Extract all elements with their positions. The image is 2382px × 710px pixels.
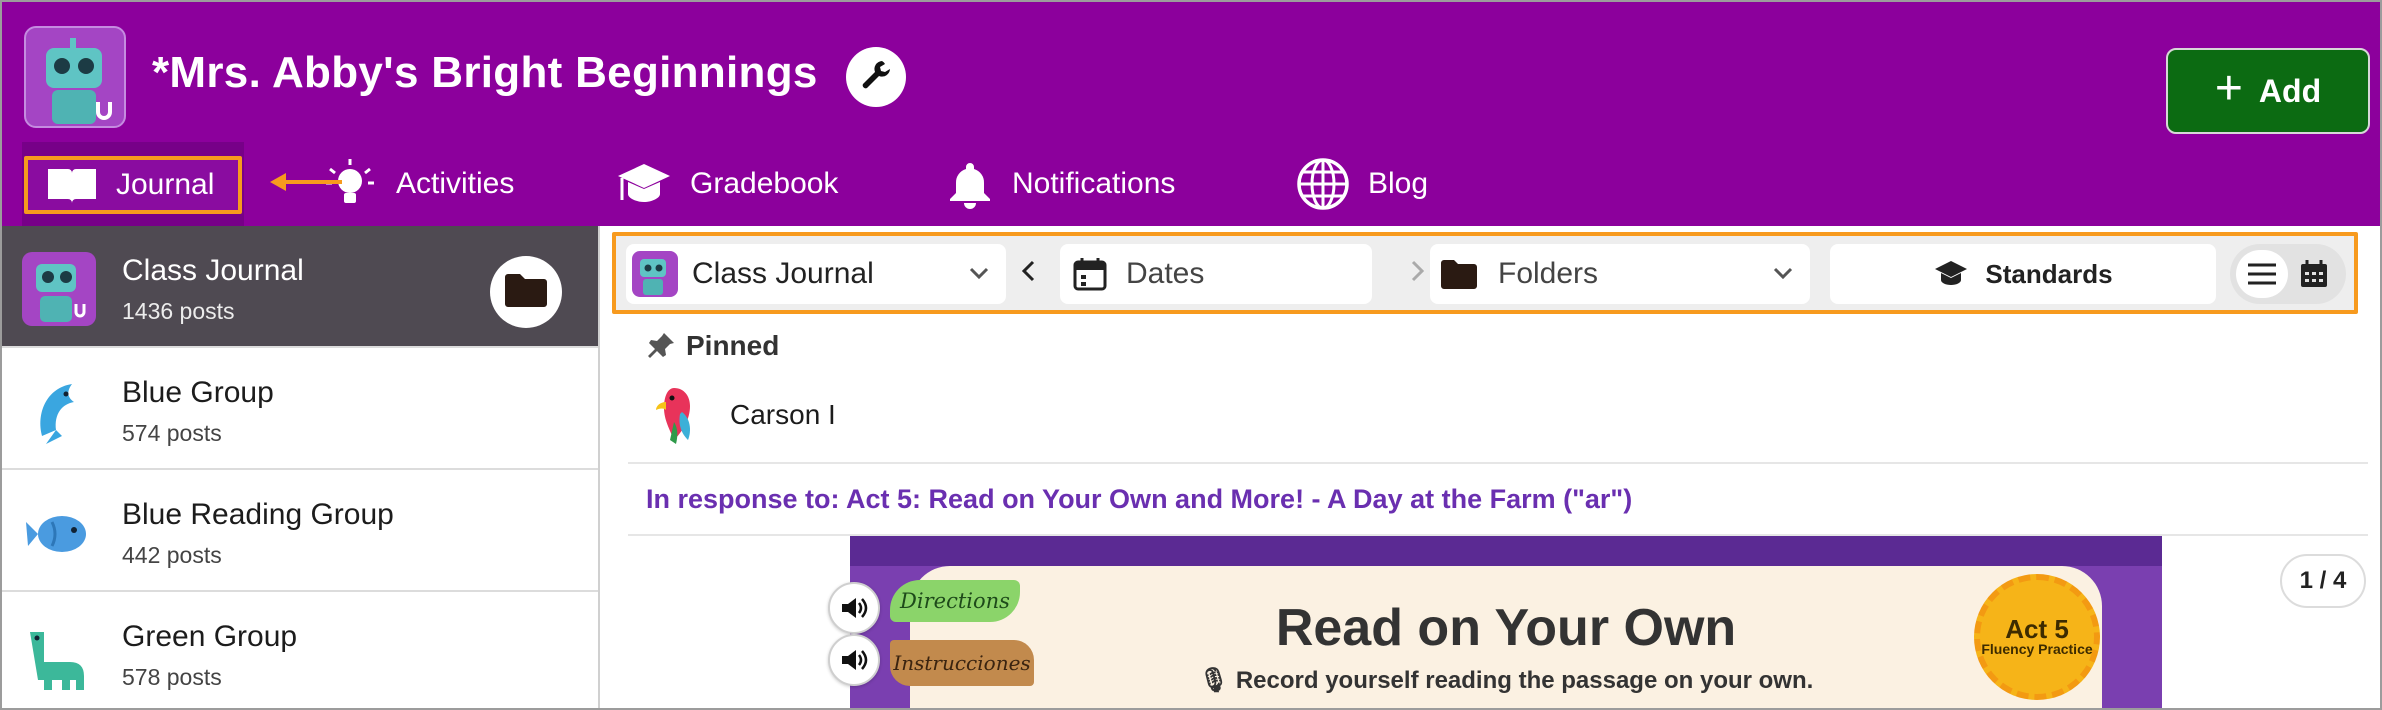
list-view-button[interactable] (2236, 250, 2288, 298)
activity-badge-act: Act 5 (2005, 614, 2069, 645)
activity-preview[interactable]: Directions Instrucciones Read on Your Ow… (850, 536, 2162, 708)
bell-icon (946, 159, 994, 209)
tab-journal[interactable]: Journal (24, 156, 243, 214)
tab-gradebook-label: Gradebook (690, 167, 839, 200)
folders-button[interactable] (490, 256, 562, 328)
sidebar-item-name: Class Journal (122, 254, 304, 287)
add-button-label: Add (2258, 72, 2322, 109)
sidebar-item-name: Green Group (122, 620, 298, 653)
journal-post: Pinned Carson I In response to: Act 5: R… (628, 314, 2368, 708)
tab-blog-label: Blog (1368, 167, 1429, 200)
main-nav: Journal Activities Gradebook Notificatio… (2, 142, 2380, 226)
robot-avatar-icon (22, 252, 96, 326)
chevron-left-icon (1021, 260, 1035, 282)
tab-gradebook[interactable]: Gradebook (616, 142, 838, 226)
folder-icon (1440, 258, 1478, 290)
class-journal-select[interactable]: Class Journal (626, 244, 1006, 304)
sidebar-item-count: 1436 posts (122, 298, 235, 324)
standards-button[interactable]: Standards (1830, 244, 2216, 304)
wrench-icon (858, 57, 894, 98)
sidebar-item-blue-reading-group[interactable]: Blue Reading Group 442 posts (2, 470, 598, 592)
fish-icon (22, 496, 96, 570)
sidebar-item-blue-group[interactable]: Blue Group 574 posts (2, 348, 598, 470)
dates-label: Dates (1126, 257, 1205, 290)
group-sidebar: Class Journal 1436 posts Blue Group 574 (2, 226, 600, 708)
graduation-cap-icon (616, 160, 672, 208)
journal-toolbar: Class Journal Dates Folders Standards (612, 232, 2358, 314)
microphone-icon: 🎙︎ (1198, 667, 1236, 694)
globe-icon (1296, 157, 1350, 211)
class-journal-select-label: Class Journal (692, 257, 874, 290)
calendar-view-icon (2301, 260, 2327, 287)
parrot-avatar-icon (646, 382, 702, 448)
activity-badge: Act 5 Fluency Practice (1974, 574, 2100, 700)
curtain-decoration (850, 536, 2162, 566)
sidebar-item-class-journal[interactable]: Class Journal 1436 posts (2, 226, 598, 348)
calendar-icon (1072, 256, 1108, 292)
dolphin-icon (22, 374, 96, 448)
chevron-down-icon (966, 260, 992, 291)
pinned-indicator: Pinned (646, 330, 779, 362)
sidebar-item-count: 578 posts (122, 664, 222, 690)
tab-activities[interactable]: Activities (322, 142, 514, 226)
response-link[interactable]: In response to: Act 5: Read on Your Own … (646, 484, 1632, 515)
sidebar-item-green-group[interactable]: Green Group 578 posts (2, 592, 598, 708)
activity-title: Read on Your Own (1275, 599, 1737, 657)
plus-icon: + (2214, 62, 2243, 115)
class-avatar[interactable] (24, 26, 126, 128)
pin-icon (646, 331, 676, 361)
sidebar-item-count: 442 posts (122, 542, 222, 568)
folder-icon (503, 271, 549, 314)
list-view-icon (2248, 263, 2276, 285)
app-frame: *Mrs. Abby's Bright Beginnings + Add Jou… (0, 0, 2382, 710)
sidebar-item-name: Blue Reading Group (122, 498, 394, 531)
folders-label: Folders (1498, 257, 1599, 290)
play-directions-audio-button[interactable] (828, 582, 880, 634)
next-date-button[interactable] (1404, 258, 1430, 289)
class-settings-button[interactable] (846, 47, 906, 107)
tab-notifications-label: Notifications (1012, 167, 1176, 200)
dates-picker[interactable]: Dates (1060, 244, 1372, 304)
tab-notifications[interactable]: Notifications (946, 142, 1175, 226)
robot-avatar-icon (632, 251, 678, 297)
activity-badge-sub: Fluency Practice (1981, 641, 2093, 658)
activity-subtitle: 🎙︎ Record yourself reading the passage o… (850, 666, 2162, 695)
speaker-icon (842, 650, 868, 670)
calendar-view-button[interactable] (2288, 250, 2340, 298)
speaker-icon (842, 598, 868, 618)
sidebar-item-count: 574 posts (122, 420, 222, 446)
post-author[interactable]: Carson I (646, 382, 836, 448)
play-instructions-audio-button[interactable] (828, 634, 880, 686)
page-indicator: 1 / 4 (2280, 554, 2366, 608)
chevron-right-icon (1411, 260, 1425, 282)
view-mode-toggle (2230, 244, 2346, 304)
top-header: *Mrs. Abby's Bright Beginnings + Add Jou… (2, 2, 2380, 226)
pinned-label: Pinned (686, 330, 780, 361)
folders-select[interactable]: Folders (1430, 244, 1810, 304)
dinosaur-icon (22, 618, 96, 692)
add-button[interactable]: + Add (2166, 48, 2370, 134)
annotation-arrow-icon (270, 173, 342, 191)
tab-journal-label: Journal (116, 168, 215, 201)
divider (628, 462, 2368, 464)
sidebar-item-name: Blue Group (122, 376, 274, 409)
book-icon (46, 165, 98, 205)
standards-label: Standards (1985, 258, 2113, 289)
author-name: Carson I (730, 399, 836, 430)
graduation-cap-icon (1933, 259, 1969, 289)
previous-date-button[interactable] (1016, 258, 1042, 289)
tab-activities-label: Activities (396, 167, 515, 200)
tab-blog[interactable]: Blog (1296, 142, 1428, 226)
class-title: *Mrs. Abby's Bright Beginnings (152, 48, 818, 97)
activity-subtitle-text: Record yourself reading the passage on y… (1235, 667, 1814, 694)
chevron-down-icon (1770, 260, 1796, 291)
